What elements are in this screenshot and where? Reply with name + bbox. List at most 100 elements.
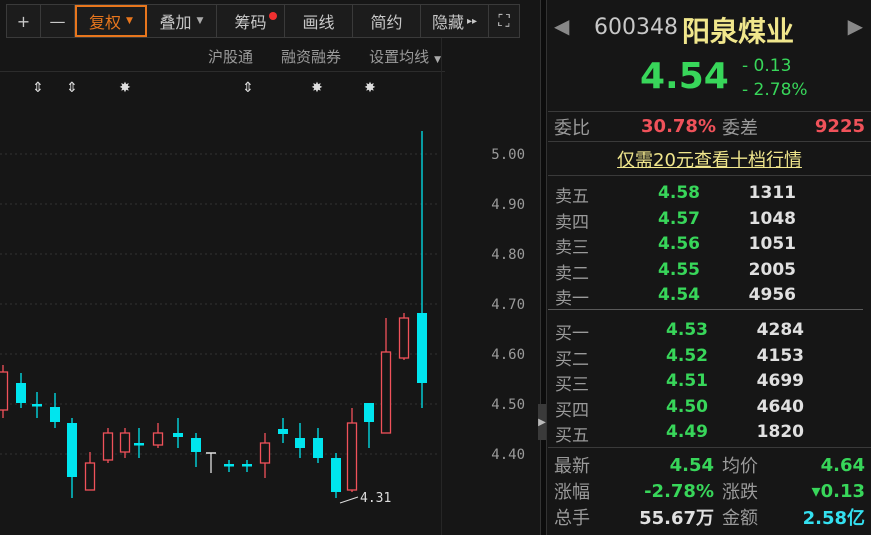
- fullscreen-button[interactable]: ⛶: [489, 5, 519, 37]
- level-price: 4.52: [666, 345, 708, 366]
- level-price: 4.53: [666, 320, 708, 340]
- level-label: 卖五: [555, 187, 589, 207]
- level-label: 买五: [555, 426, 589, 446]
- level-price: 4.55: [658, 259, 700, 280]
- chips-button[interactable]: 筹码: [217, 5, 285, 37]
- orderbook-row[interactable]: 买四 4.50 4640: [548, 394, 871, 421]
- level-volume: 4284: [756, 320, 804, 340]
- stat-label: 涨幅: [554, 482, 590, 503]
- weibi-value: 30.78%: [641, 116, 716, 137]
- level-price: 4.56: [658, 234, 700, 254]
- chart-toolbar: + — 复权 ▼ 叠加 ▼ 筹码 画线 简约 隐藏 ▸▸ ⛶: [6, 4, 520, 38]
- event-arrow-icon: ⇕: [32, 80, 44, 96]
- y-tick-label: 4.90: [491, 197, 525, 213]
- y-tick-label: 4.70: [491, 297, 525, 313]
- orderbook-row[interactable]: 卖五 4.58 1311: [548, 180, 863, 207]
- level-volume: 2005: [748, 259, 796, 280]
- zoom-out-button[interactable]: —: [41, 5, 75, 37]
- candle-body: [313, 438, 323, 458]
- orderbook-row[interactable]: 买三 4.51 4699: [548, 368, 871, 395]
- margin-trading-link[interactable]: 融资融券: [281, 46, 341, 67]
- arrow-right-icon: ▶: [538, 416, 546, 428]
- candle-body: [224, 464, 234, 467]
- y-tick-label: 4.50: [491, 397, 525, 413]
- stock-name: 阳泉煤业: [682, 15, 795, 48]
- level-volume: 4153: [756, 345, 804, 366]
- level-label: 买四: [555, 400, 589, 421]
- orderbook-row[interactable]: 卖一 4.54 4956: [548, 282, 863, 309]
- orderbook-row[interactable]: 卖四 4.57 1048: [548, 206, 863, 233]
- weibi-label: 委比: [554, 117, 590, 139]
- fuquan-dropdown[interactable]: 复权 ▼: [75, 5, 147, 37]
- candle-body: [119, 432, 131, 453]
- overlay-label: 叠加: [159, 13, 192, 32]
- candle-body: [295, 438, 305, 448]
- event-arrow-icon: ⇕: [66, 80, 78, 96]
- hide-label: 隐藏: [431, 13, 464, 32]
- double-arrow-icon: ▸▸: [466, 15, 478, 27]
- panel-divider[interactable]: [540, 0, 547, 535]
- stat-label: 均价: [722, 456, 758, 477]
- candle-body: [50, 407, 60, 422]
- collapse-handle[interactable]: ▶: [538, 404, 546, 440]
- sell-orderbook: 卖五 4.58 1311 卖四 4.57 1048 卖三 4.56 1051 卖二 4.55 2005…: [548, 176, 863, 310]
- level-volume: 4640: [756, 396, 804, 417]
- level2-promo-link[interactable]: 仅需20元查看十档行情: [548, 142, 871, 176]
- stat-value: 55.67万: [639, 508, 714, 529]
- stat-value: ▾0.13: [811, 480, 865, 502]
- event-star-icon: ✸: [311, 80, 323, 96]
- caret-down-icon: ▼: [196, 16, 204, 26]
- weibi-row: 委比 30.78% 委差 9225: [548, 112, 871, 142]
- next-stock-icon[interactable]: ▶: [848, 14, 863, 38]
- stats-row: 涨幅 -2.78% 涨跌 ▾0.13: [548, 478, 871, 504]
- level-label: 买三: [555, 375, 589, 395]
- candle-body: [32, 404, 42, 407]
- stat-label: 金额: [722, 508, 758, 529]
- stat-value: -2.78%: [644, 480, 714, 502]
- price-change: - 0.13: [742, 56, 792, 76]
- prev-stock-icon[interactable]: ◀: [554, 14, 569, 38]
- candle-body: [278, 429, 288, 434]
- weicha-value: 9225: [814, 116, 865, 137]
- candle-body: [346, 422, 358, 491]
- level-volume: 1051: [748, 234, 796, 254]
- orderbook-row[interactable]: 买一 4.53 4284: [548, 317, 871, 344]
- hide-button[interactable]: 隐藏 ▸▸: [421, 5, 489, 37]
- orderbook-row[interactable]: 卖二 4.55 2005: [548, 257, 863, 284]
- orderbook-row[interactable]: 卖三 4.56 1051: [548, 231, 863, 258]
- event-arrow-icon: ⇕: [242, 80, 254, 96]
- draw-line-button[interactable]: 画线: [285, 5, 353, 37]
- candle-body: [331, 458, 341, 492]
- kline-chart[interactable]: 5.00 4.90 4.80 4.70 4.60 4.50 4.40 ⇕ ⇕ ✸ ⇕ ✸ ✸ 4.31: [0, 72, 540, 535]
- stat-label: 涨跌: [722, 482, 758, 503]
- y-tick-label: 4.60: [491, 347, 525, 363]
- fuquan-label: 复权: [89, 13, 122, 32]
- candle-body: [364, 403, 374, 422]
- stock-code: 600348: [594, 15, 678, 40]
- level-price: 4.54: [658, 285, 700, 305]
- ma-setting-label: 设置均线: [369, 48, 430, 66]
- stat-value: 2.58亿: [802, 508, 865, 529]
- notification-dot-icon: [269, 12, 277, 20]
- hgt-link[interactable]: 沪股通: [208, 46, 253, 67]
- stats-row: 总手 55.67万 金额 2.58亿: [548, 504, 871, 530]
- level-label: 买二: [555, 349, 589, 370]
- level-volume: 1048: [748, 208, 796, 229]
- simple-mode-button[interactable]: 简约: [353, 5, 421, 37]
- level-label: 卖四: [555, 212, 589, 233]
- candle-body: [259, 442, 271, 464]
- ma-setting-dropdown[interactable]: 设置均线 ▼: [369, 46, 441, 67]
- chart-subbar: 沪股通 融资融券 设置均线 ▼: [0, 42, 445, 72]
- candle-body: [152, 432, 164, 446]
- candle-body: [0, 371, 9, 411]
- zoom-in-button[interactable]: +: [7, 5, 41, 37]
- y-tick-label: 4.40: [491, 447, 525, 463]
- stat-label: 总手: [554, 508, 590, 529]
- orderbook-row[interactable]: 买五 4.49 1820: [548, 419, 871, 446]
- candle-body: [191, 438, 201, 452]
- candle-body: [173, 433, 183, 437]
- level-price: 4.58: [658, 183, 700, 203]
- stat-label: 最新: [554, 456, 590, 477]
- orderbook-row[interactable]: 买二 4.52 4153: [548, 343, 871, 370]
- overlay-dropdown[interactable]: 叠加 ▼: [147, 5, 217, 37]
